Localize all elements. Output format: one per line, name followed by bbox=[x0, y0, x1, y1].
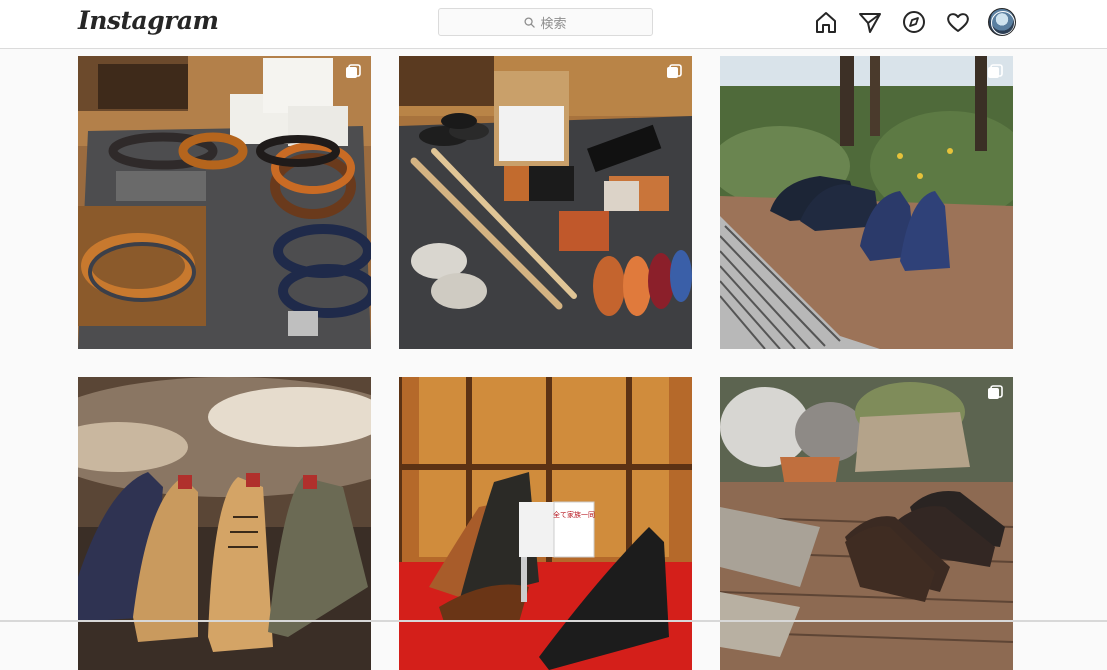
post-tile-belts[interactable] bbox=[78, 56, 371, 349]
shoe-care-photo bbox=[399, 56, 692, 349]
multiple-photos-icon bbox=[987, 64, 1003, 80]
navy-chukkas-photo bbox=[720, 56, 1013, 349]
suede-derbies-photo bbox=[78, 377, 371, 670]
search-placeholder: 検索 bbox=[540, 16, 567, 32]
multiple-photos-icon bbox=[987, 385, 1003, 401]
profile-avatar[interactable] bbox=[988, 8, 1016, 36]
suede-wingtips-photo bbox=[720, 377, 1013, 670]
search-box[interactable]: 検索 bbox=[438, 8, 653, 36]
multiple-photos-icon bbox=[345, 64, 361, 80]
home-icon[interactable] bbox=[813, 9, 839, 35]
search-icon bbox=[524, 16, 536, 28]
leather-oxfords-photo: 全て家族一同 bbox=[399, 377, 692, 670]
multiple-photos-icon bbox=[666, 64, 682, 80]
post-tile-suede-derbies[interactable] bbox=[78, 377, 371, 670]
post-tile-shoe-care[interactable] bbox=[399, 56, 692, 349]
activity-heart-icon[interactable] bbox=[945, 9, 971, 35]
instagram-logo[interactable]: Instagram bbox=[78, 6, 219, 35]
post-tile-leather-oxfords[interactable]: 全て家族一同 bbox=[399, 377, 692, 670]
direct-message-icon[interactable] bbox=[857, 9, 883, 35]
post-tile-suede-wingtips[interactable] bbox=[720, 377, 1013, 670]
explore-icon[interactable] bbox=[901, 9, 927, 35]
top-nav-bar: Instagram 検索 bbox=[0, 0, 1107, 49]
sign-text: 全て家族一同 bbox=[553, 510, 595, 519]
belts-photo bbox=[78, 56, 371, 349]
post-tile-navy-chukkas[interactable] bbox=[720, 56, 1013, 349]
